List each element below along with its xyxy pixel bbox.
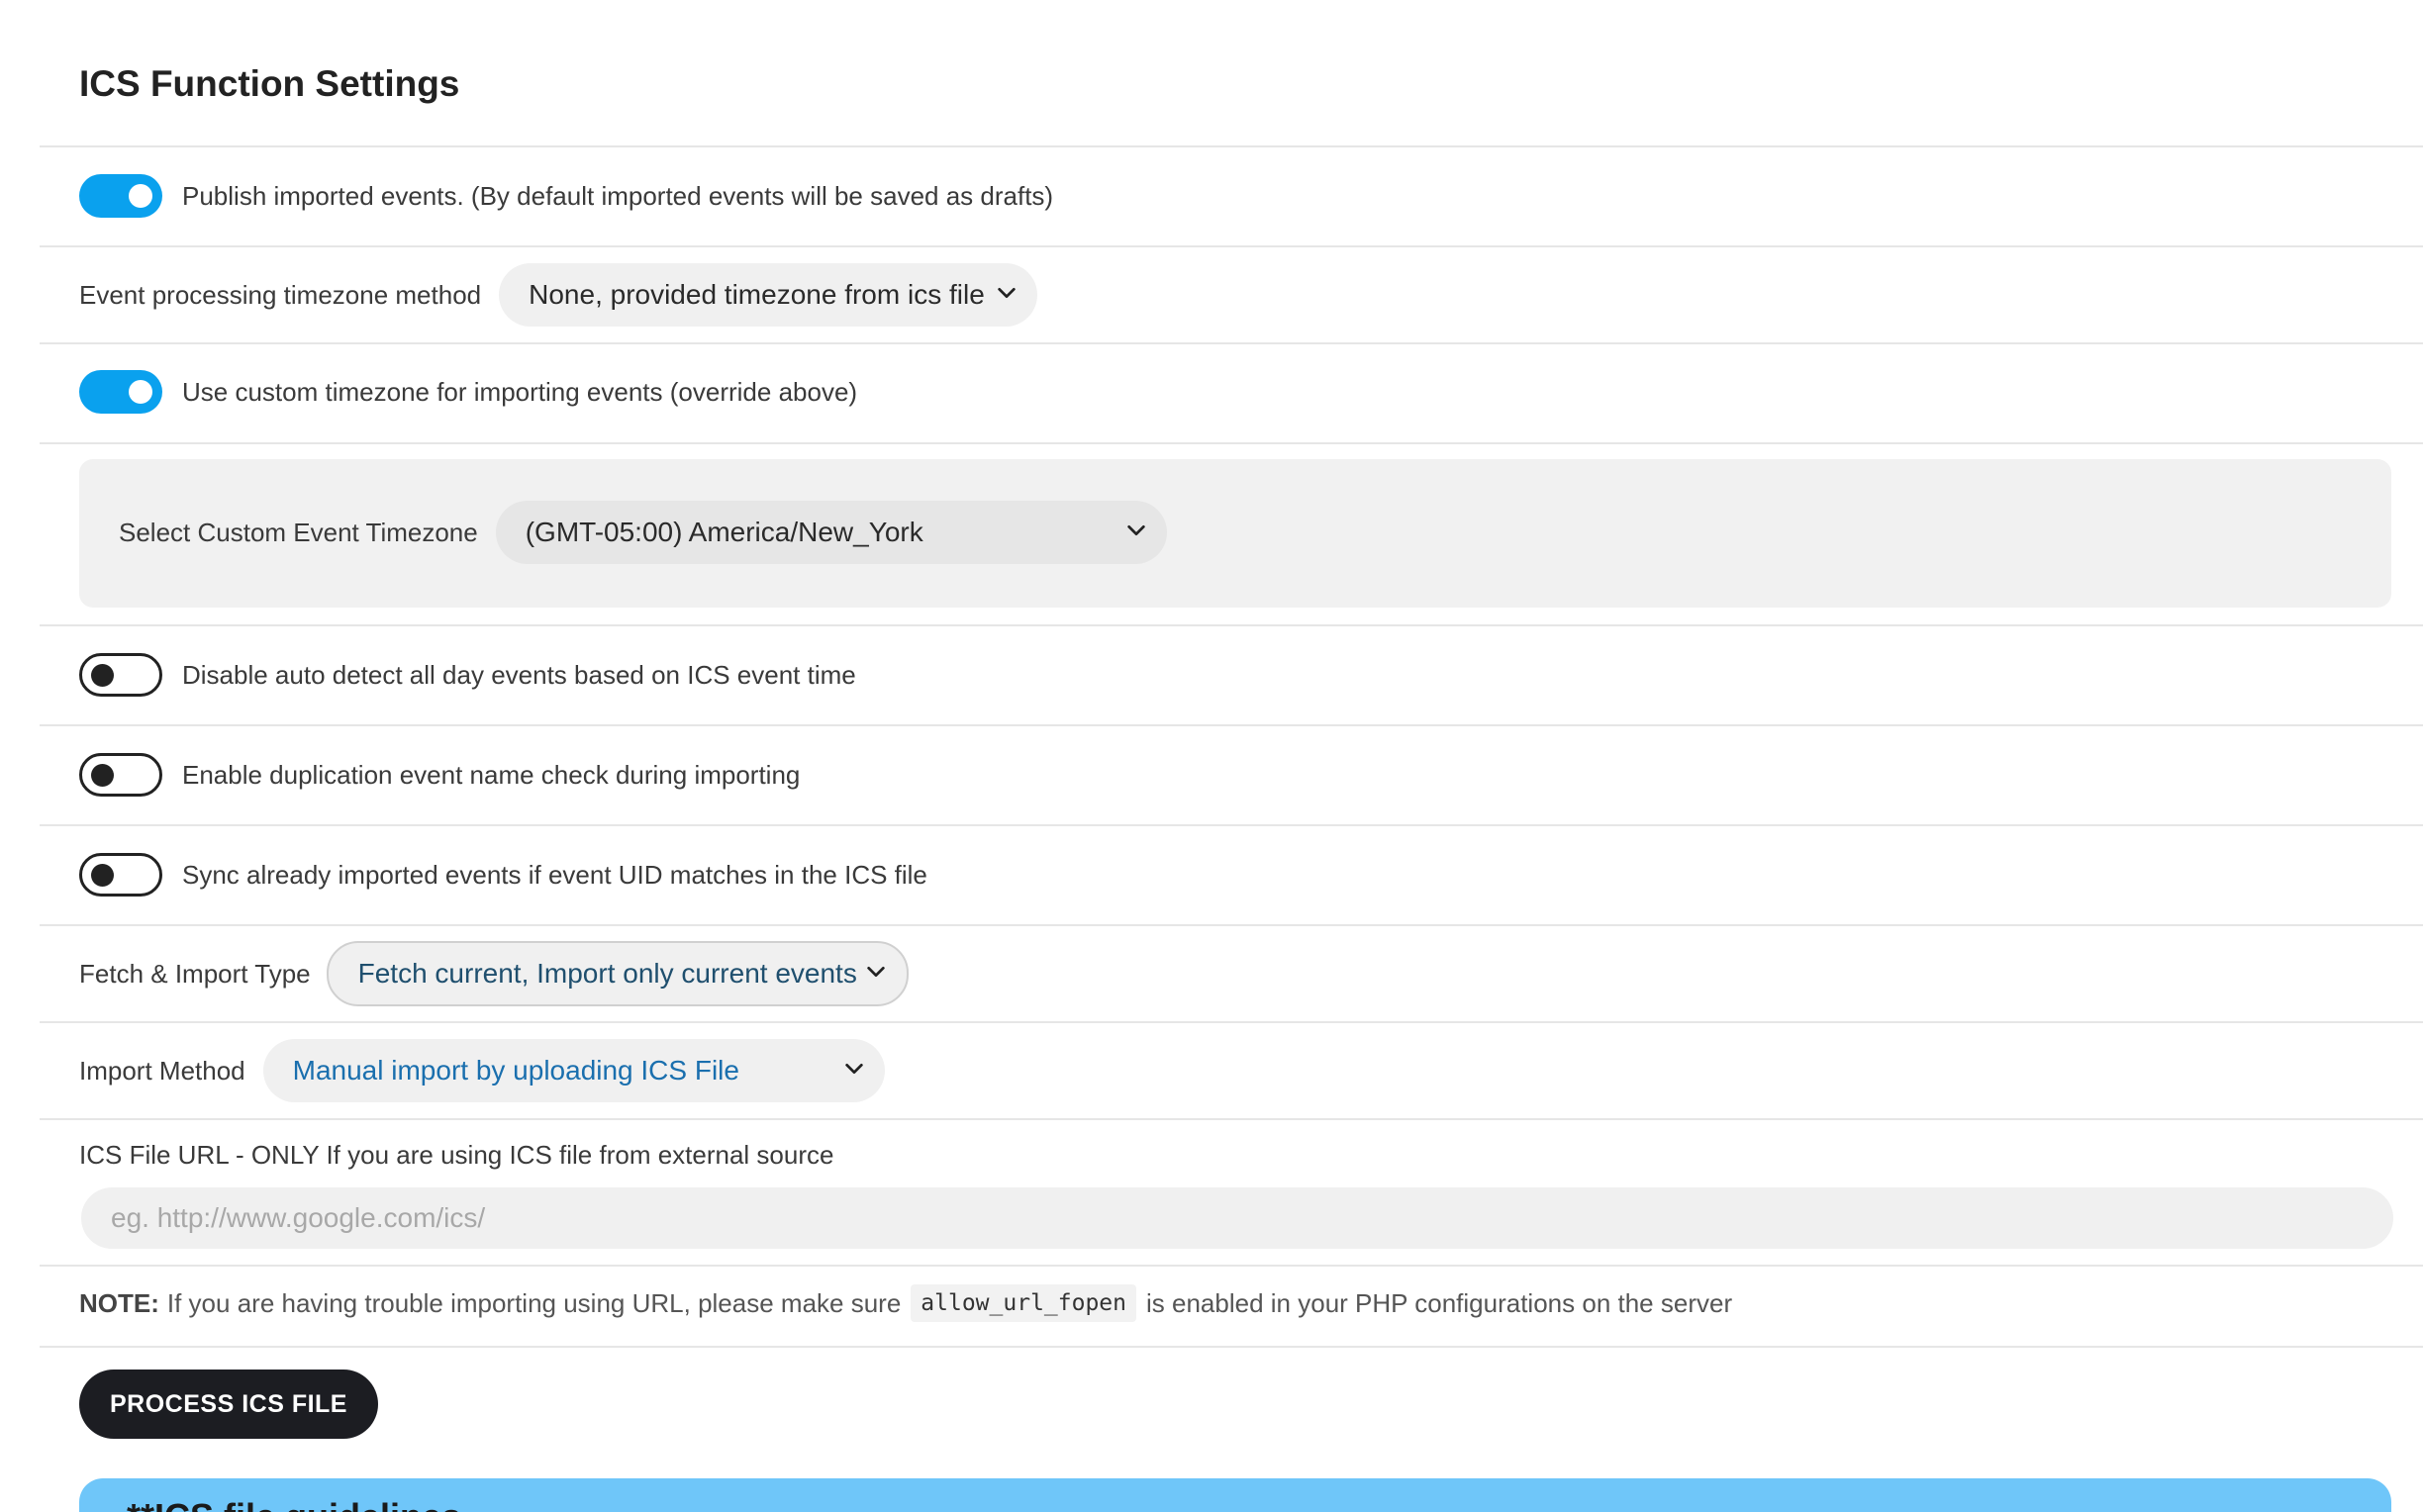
divider [40,824,2423,826]
chevron-down-icon [998,287,1016,299]
fetch-import-type-select[interactable]: Fetch current, Import only current event… [326,941,909,1006]
toggle-knob [129,184,152,208]
timezone-method-label: Event processing timezone method [79,279,482,310]
timezone-method-select[interactable]: None, provided timezone from ics file [499,263,1038,327]
ics-guidelines-title: **ICS file guidelines [127,1496,461,1512]
disable-all-day-row: Disable auto detect all day events based… [79,653,2423,697]
toggle-knob [91,764,114,787]
import-method-select[interactable]: Manual import by uploading ICS File [262,1039,885,1102]
chevron-down-icon [844,1063,863,1075]
divider [40,924,2423,926]
custom-timezone-row: Use custom timezone for importing events… [79,370,2423,414]
chevron-down-icon [1127,524,1145,536]
toggle-knob [91,864,114,887]
custom-timezone-label: Use custom timezone for importing events… [182,376,858,407]
ics-guidelines-bar: **ICS file guidelines [79,1478,2391,1512]
duplication-check-toggle[interactable] [79,753,162,797]
ics-url-input[interactable] [81,1187,2393,1249]
divider [40,442,2423,444]
note-code: allow_url_fopen [911,1284,1137,1322]
process-ics-button[interactable]: PROCESS ICS FILE [79,1370,378,1439]
ics-url-label: ICS File URL - ONLY If you are using ICS… [79,1140,834,1170]
fetch-import-type-row: Fetch & Import Type Fetch current, Impor… [79,941,2423,1006]
divider [40,1118,2423,1120]
divider [40,1346,2423,1348]
divider [40,245,2423,247]
note-text-before: If you are having trouble importing usin… [166,1287,902,1318]
custom-timezone-value: (GMT-05:00) America/New_York [525,517,923,547]
divider [40,624,2423,626]
fetch-import-type-label: Fetch & Import Type [79,958,311,989]
disable-all-day-label: Disable auto detect all day events based… [182,659,856,690]
custom-timezone-select-row: Select Custom Event Timezone (GMT-05:00)… [119,500,2391,565]
publish-toggle[interactable] [79,174,162,218]
duplication-check-label: Enable duplication event name check duri… [182,759,801,790]
divider [40,1265,2423,1267]
timezone-method-row: Event processing timezone method None, p… [79,263,2423,327]
chevron-down-icon [866,966,885,978]
custom-timezone-toggle[interactable] [79,370,162,414]
divider [40,145,2423,147]
custom-timezone-panel: Select Custom Event Timezone (GMT-05:00)… [79,459,2391,608]
duplication-check-row: Enable duplication event name check duri… [79,753,2423,797]
custom-timezone-select[interactable]: (GMT-05:00) America/New_York [495,501,1167,564]
divider [40,724,2423,726]
divider [40,342,2423,344]
divider [40,1021,2423,1023]
custom-timezone-select-label: Select Custom Event Timezone [119,517,478,547]
disable-all-day-toggle[interactable] [79,653,162,697]
page-title: ICS Function Settings [79,63,460,104]
fetch-import-type-value: Fetch current, Import only current event… [357,958,857,989]
sync-uid-toggle[interactable] [79,853,162,897]
toggle-knob [91,664,114,687]
toggle-knob [129,380,152,404]
publish-setting-row: Publish imported events. (By default imp… [79,174,2423,218]
sync-uid-label: Sync already imported events if event UI… [182,859,927,890]
import-method-value: Manual import by uploading ICS File [292,1055,739,1086]
timezone-method-value: None, provided timezone from ics file [529,279,985,310]
note-text-after: is enabled in your PHP configurations on… [1146,1287,1733,1318]
publish-label: Publish imported events. (By default imp… [182,180,1054,211]
ics-settings-page: ICS Function Settings Publish imported e… [0,0,2423,1512]
php-note: NOTE: If you are having trouble importin… [79,1284,1732,1322]
import-method-label: Import Method [79,1055,245,1086]
sync-uid-row: Sync already imported events if event UI… [79,853,2423,897]
note-prefix: NOTE: [79,1287,159,1318]
import-method-row: Import Method Manual import by uploading… [79,1039,2423,1102]
